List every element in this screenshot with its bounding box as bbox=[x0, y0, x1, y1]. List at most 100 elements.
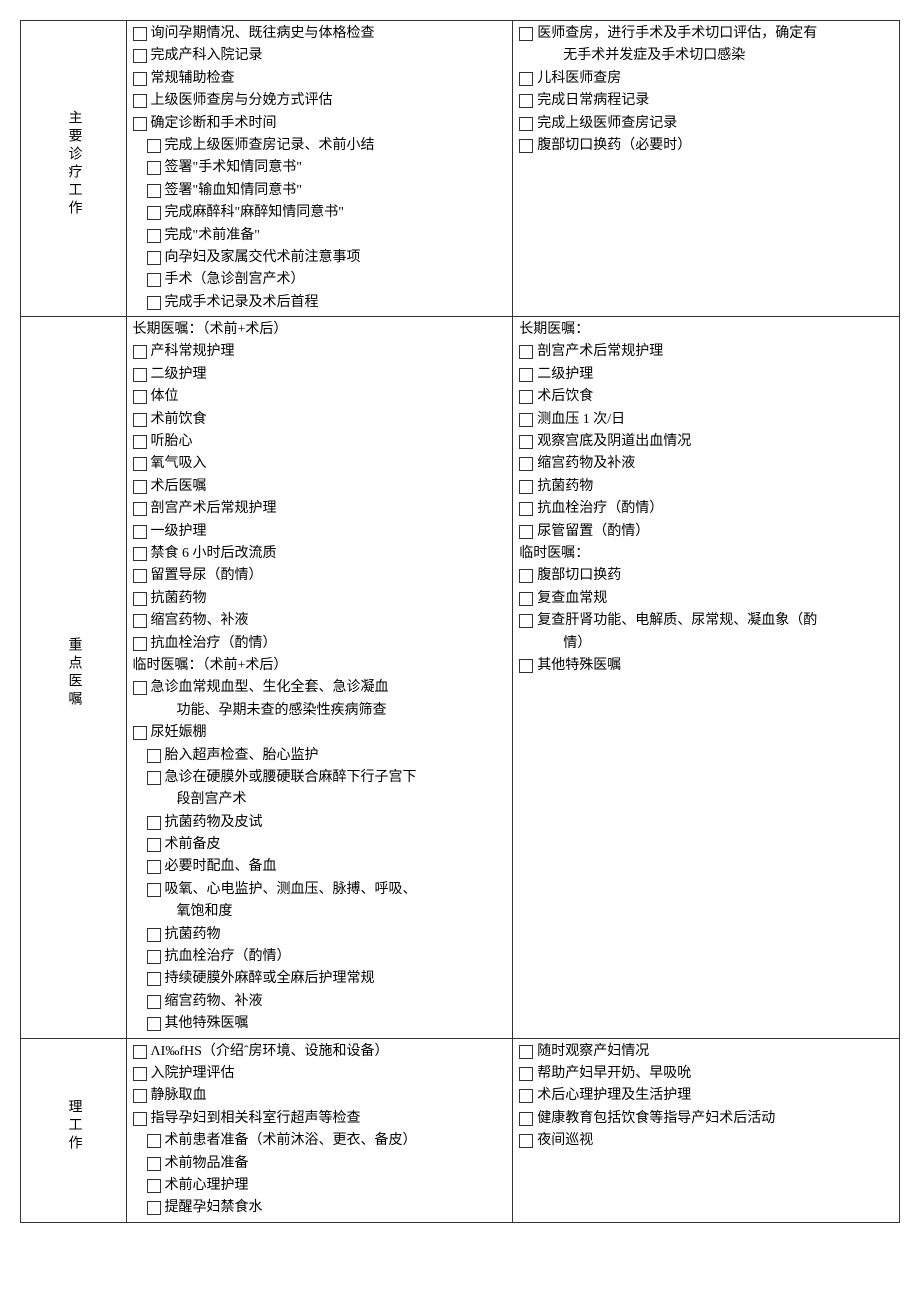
content-line: 观察宫底及阴道出血情况 bbox=[519, 431, 893, 453]
line-text: 术后医嘱 bbox=[151, 476, 507, 498]
line-text: 签署"输血知情同意书" bbox=[165, 180, 507, 202]
checkbox-icon bbox=[519, 72, 533, 86]
clinical-pathway-table: 主要诊疗工作询问孕期情况、既往病史与体格检查完成产科入院记录常规辅助检查上级医师… bbox=[20, 20, 900, 1223]
line-text: 夜间巡视 bbox=[537, 1130, 893, 1152]
content-line: 夜间巡视 bbox=[519, 1130, 893, 1152]
checkbox-icon bbox=[147, 161, 161, 175]
content-line: 禁食 6 小时后改流质 bbox=[133, 543, 507, 565]
checkbox-icon bbox=[133, 1112, 147, 1126]
checkbox-icon bbox=[519, 139, 533, 153]
content-line: 听胎心 bbox=[133, 431, 507, 453]
content-line: 缩宫药物、补液 bbox=[133, 610, 507, 632]
checkbox-icon bbox=[133, 614, 147, 628]
content-line: 尿妊娠棚 bbox=[133, 722, 507, 744]
content-line: 二级护理 bbox=[519, 364, 893, 386]
line-text: 段剖宫产术 bbox=[177, 789, 507, 811]
content-line: 完成麻醉科"麻醉知情同意书" bbox=[133, 202, 507, 224]
checkbox-icon bbox=[519, 569, 533, 583]
content-line: 完成日常病程记录 bbox=[519, 90, 893, 112]
content-line: 完成上级医师查房记录 bbox=[519, 113, 893, 135]
line-text: 测血压 1 次/日 bbox=[537, 409, 893, 431]
checkbox-icon bbox=[133, 27, 147, 41]
table-row: 主要诊疗工作询问孕期情况、既往病史与体格检查完成产科入院记录常规辅助检查上级医师… bbox=[21, 21, 900, 317]
checkbox-icon bbox=[147, 972, 161, 986]
checkbox-icon bbox=[133, 345, 147, 359]
content-line: 指导孕妇到相关科室行超声等检查 bbox=[133, 1108, 507, 1130]
checkbox-icon bbox=[519, 1089, 533, 1103]
line-text: 术前心理护理 bbox=[165, 1175, 507, 1197]
table-row: 重点医嘱长期医嘱：（术前+术后）产科常规护理二级护理体位术前饮食听胎心氧气吸入术… bbox=[21, 317, 900, 1039]
checkbox-icon bbox=[519, 435, 533, 449]
checkbox-icon bbox=[519, 1112, 533, 1126]
left-content-cell: 长期医嘱：（术前+术后）产科常规护理二级护理体位术前饮食听胎心氧气吸入术后医嘱剖… bbox=[126, 317, 513, 1039]
row-label-cell: 理工作 bbox=[21, 1038, 127, 1222]
line-text: 缩宫药物及补液 bbox=[537, 453, 893, 475]
checkbox-icon bbox=[133, 569, 147, 583]
line-text: 签署"手术知情同意书" bbox=[165, 157, 507, 179]
checkbox-icon bbox=[147, 883, 161, 897]
line-text: 完成产科入院记录 bbox=[151, 45, 507, 67]
content-line: 临时医嘱：（术前+术后） bbox=[133, 655, 507, 677]
line-text: 完成日常病程记录 bbox=[537, 90, 893, 112]
line-text: 抗菌药物 bbox=[151, 588, 507, 610]
line-text: 抗血栓治疗（酌情） bbox=[165, 946, 507, 968]
checkbox-icon bbox=[133, 117, 147, 131]
checkbox-icon bbox=[133, 525, 147, 539]
checkbox-icon bbox=[519, 1067, 533, 1081]
content-line: 产科常规护理 bbox=[133, 341, 507, 363]
checkbox-icon bbox=[147, 1157, 161, 1171]
line-text: 体位 bbox=[151, 386, 507, 408]
checkbox-icon bbox=[147, 838, 161, 852]
line-text: 氧气吸入 bbox=[151, 453, 507, 475]
checkbox-icon bbox=[133, 637, 147, 651]
line-text: 产科常规护理 bbox=[151, 341, 507, 363]
right-content-cell: 随时观察产妇情况帮助产妇早开奶、早吸吮术后心理护理及生活护理健康教育包括饮食等指… bbox=[513, 1038, 900, 1222]
content-line: 术后心理护理及生活护理 bbox=[519, 1085, 893, 1107]
line-text: 尿管留置（酌情） bbox=[537, 521, 893, 543]
line-text: 急诊血常规血型、生化全套、急诊凝血 bbox=[151, 677, 507, 699]
content-line: 复查肝肾功能、电解质、尿常规、凝血象（酌 bbox=[519, 610, 893, 632]
line-text: 完成上级医师查房记录 bbox=[537, 113, 893, 135]
checkbox-icon bbox=[133, 592, 147, 606]
content-line: 健康教育包括饮食等指导产妇术后活动 bbox=[519, 1108, 893, 1130]
line-text: 完成"术前准备" bbox=[165, 225, 507, 247]
checkbox-icon bbox=[147, 950, 161, 964]
checkbox-icon bbox=[133, 1067, 147, 1081]
content-line: 必要时配血、备血 bbox=[133, 856, 507, 878]
checkbox-icon bbox=[519, 1045, 533, 1059]
content-line: 复查血常规 bbox=[519, 588, 893, 610]
checkbox-icon bbox=[133, 368, 147, 382]
checkbox-icon bbox=[519, 614, 533, 628]
line-text: 持续硬膜外麻醉或全麻后护理常规 bbox=[165, 968, 507, 990]
line-text: 静脉取血 bbox=[151, 1085, 507, 1107]
line-text: 抗菌药物及皮试 bbox=[165, 812, 507, 834]
line-text: 吸氧、心电监护、测血压、脉搏、呼吸、 bbox=[165, 879, 507, 901]
checkbox-icon bbox=[147, 860, 161, 874]
content-line: 术后医嘱 bbox=[133, 476, 507, 498]
line-text: 二级护理 bbox=[151, 364, 507, 386]
line-text: ΛI‰fHS（介绍ˆ房环境、设施和设备） bbox=[151, 1041, 507, 1063]
content-line: 手术（急诊剖宫产术） bbox=[133, 269, 507, 291]
content-line: 术前心理护理 bbox=[133, 1175, 507, 1197]
line-text: 完成麻醉科"麻醉知情同意书" bbox=[165, 202, 507, 224]
content-line: 氧气吸入 bbox=[133, 453, 507, 475]
content-line: 抗菌药物 bbox=[133, 588, 507, 610]
left-content-cell: 询问孕期情况、既往病史与体格检查完成产科入院记录常规辅助检查上级医师查房与分娩方… bbox=[126, 21, 513, 317]
document-page: 主要诊疗工作询问孕期情况、既往病史与体格检查完成产科入院记录常规辅助检查上级医师… bbox=[20, 20, 900, 1223]
content-line: 胎入超声检查、胎心监护 bbox=[133, 745, 507, 767]
content-line: 术前饮食 bbox=[133, 409, 507, 431]
right-content-cell: 长期医嘱：剖宫产术后常规护理二级护理术后饮食测血压 1 次/日观察宫底及阴道出血… bbox=[513, 317, 900, 1039]
content-line: 无手术并发症及手术切口感染 bbox=[519, 45, 893, 67]
checkbox-icon bbox=[147, 1179, 161, 1193]
content-line: 长期医嘱： bbox=[519, 319, 893, 341]
content-line: 持续硬膜外麻醉或全麻后护理常规 bbox=[133, 968, 507, 990]
line-text: 确定诊断和手术时间 bbox=[151, 113, 507, 135]
line-text: 长期医嘱： bbox=[519, 319, 893, 341]
content-line: 剖宫产术后常规护理 bbox=[133, 498, 507, 520]
content-line: 吸氧、心电监护、测血压、脉搏、呼吸、 bbox=[133, 879, 507, 901]
checkbox-icon bbox=[133, 49, 147, 63]
content-line: 医师查房，进行手术及手术切口评估，确定有 bbox=[519, 23, 893, 45]
line-text: 剖宫产术后常规护理 bbox=[151, 498, 507, 520]
content-line: 帮助产妇早开奶、早吸吮 bbox=[519, 1063, 893, 1085]
checkbox-icon bbox=[519, 117, 533, 131]
